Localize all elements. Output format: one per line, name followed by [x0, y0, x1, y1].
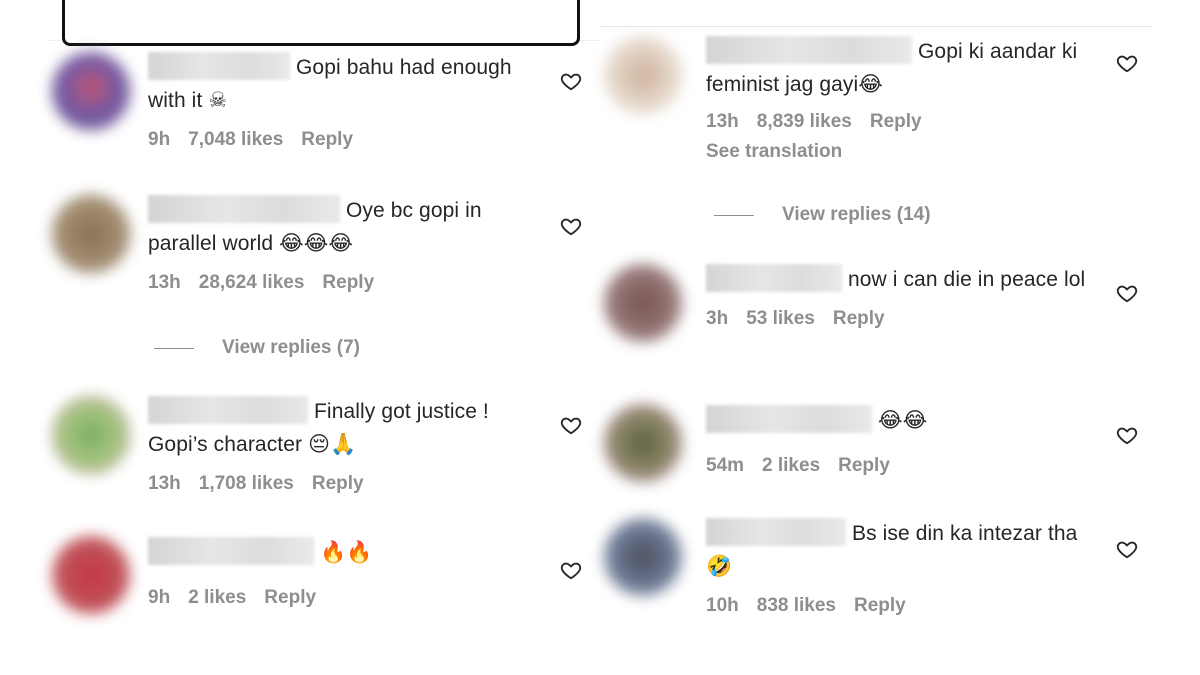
like-count[interactable]: 53 likes [746, 308, 815, 329]
like-count[interactable]: 1,708 likes [199, 473, 294, 494]
heart-outline-icon[interactable] [1116, 282, 1138, 304]
comment-input-frame [62, 0, 580, 46]
heart-outline-icon[interactable] [1116, 538, 1138, 560]
reply-button[interactable]: Reply [854, 595, 906, 616]
avatar[interactable] [604, 264, 682, 342]
avatar[interactable] [52, 536, 130, 614]
heart-outline-icon[interactable] [1116, 424, 1138, 446]
comment-text: 😂😂 [706, 404, 1096, 437]
reply-button[interactable]: Reply [838, 455, 890, 476]
avatar[interactable] [604, 404, 682, 482]
username-redacted[interactable] [148, 52, 290, 80]
comment-body: Bs ise din ka intezar tha [852, 522, 1078, 545]
comment-time: 3h [706, 308, 729, 329]
divider [600, 26, 1152, 27]
comment-text: Gopi ki aandar ki feminist jag gayi😂 [706, 36, 1096, 101]
avatar[interactable] [604, 36, 682, 114]
avatar[interactable] [52, 195, 130, 273]
username-redacted[interactable] [706, 264, 842, 292]
fire-emoji: 🔥🔥 [320, 540, 373, 564]
username-redacted[interactable] [148, 195, 340, 223]
see-translation-link[interactable]: See translation [706, 141, 1096, 163]
laughing-emoji: 😂 [858, 72, 883, 96]
reply-button[interactable]: Reply [312, 473, 364, 494]
comment-time: 13h [148, 473, 181, 494]
comment-time: 54m [706, 455, 745, 476]
divider [714, 214, 754, 216]
heart-outline-icon[interactable] [560, 215, 582, 237]
reply-button[interactable]: Reply [870, 111, 922, 132]
like-count[interactable]: 2 likes [188, 587, 246, 608]
view-replies-link[interactable]: View replies (7) [154, 337, 360, 359]
view-replies-label[interactable]: View replies (14) [782, 204, 931, 226]
comment-time: 9h [148, 129, 171, 150]
comment-meta: 13h 28,624 likes Reply [148, 272, 538, 294]
reply-button[interactable]: Reply [264, 587, 316, 608]
comment-time: 10h [706, 595, 739, 616]
avatar[interactable] [52, 52, 130, 130]
comment-time: 9h [148, 587, 171, 608]
like-count[interactable]: 7,048 likes [188, 129, 283, 150]
like-count[interactable]: 8,839 likes [757, 111, 852, 132]
comment-meta: 9h 2 likes Reply [148, 587, 538, 609]
comment-meta: 54m 2 likes Reply [706, 455, 1096, 477]
divider [154, 347, 194, 349]
like-count[interactable]: 2 likes [762, 455, 820, 476]
heart-outline-icon[interactable] [560, 414, 582, 436]
laughing-emoji: 😂😂😂 [279, 231, 353, 255]
reply-button[interactable]: Reply [322, 272, 374, 293]
pensive-pray-emoji: 😔🙏 [308, 432, 357, 456]
comment-text: Gopi bahu had enough with it ☠ [148, 52, 538, 117]
heart-outline-icon[interactable] [560, 70, 582, 92]
comment-meta: 13h 8,839 likes Reply [706, 111, 1096, 133]
username-redacted[interactable] [706, 518, 846, 546]
left-comments-panel: Gopi bahu had enough with it ☠ 9h 7,048 l… [48, 0, 600, 675]
reply-button[interactable]: Reply [833, 308, 885, 329]
rolling-laughing-emoji: 🤣 [706, 554, 733, 578]
username-redacted[interactable] [706, 36, 912, 64]
username-redacted[interactable] [148, 396, 308, 424]
right-comments-panel: Gopi ki aandar ki feminist jag gayi😂 13h… [600, 0, 1152, 675]
heart-outline-icon[interactable] [560, 559, 582, 581]
comment-body: now i can die in peace lol [848, 268, 1086, 291]
skull-emoji: ☠ [208, 88, 228, 112]
heart-outline-icon[interactable] [1116, 52, 1138, 74]
avatar[interactable] [604, 518, 682, 596]
username-redacted[interactable] [706, 405, 872, 433]
comment-meta: 9h 7,048 likes Reply [148, 129, 538, 151]
reply-button[interactable]: Reply [301, 129, 353, 150]
like-count[interactable]: 28,624 likes [199, 272, 305, 293]
like-count[interactable]: 838 likes [757, 595, 836, 616]
comment-meta: 3h 53 likes Reply [706, 308, 1096, 330]
username-redacted[interactable] [148, 537, 314, 565]
avatar[interactable] [52, 396, 130, 474]
view-replies-link[interactable]: View replies (14) [714, 204, 931, 226]
comment-text: 🔥🔥 [148, 536, 538, 569]
laughing-emoji: 😂😂 [878, 408, 928, 432]
comment-text: Oye bc gopi in parallel world 😂😂😂 [148, 195, 538, 260]
comment-text: Finally got justice ! Gopi’s character 😔… [148, 396, 538, 461]
comment-time: 13h [148, 272, 181, 293]
view-replies-label[interactable]: View replies (7) [222, 337, 360, 359]
comment-text: now i can die in peace lol [706, 264, 1096, 296]
comment-meta: 13h 1,708 likes Reply [148, 473, 538, 495]
comment-time: 13h [706, 111, 739, 132]
comment-text: Bs ise din ka intezar tha 🤣 [706, 518, 1096, 583]
comment-meta: 10h 838 likes Reply [706, 595, 1096, 617]
